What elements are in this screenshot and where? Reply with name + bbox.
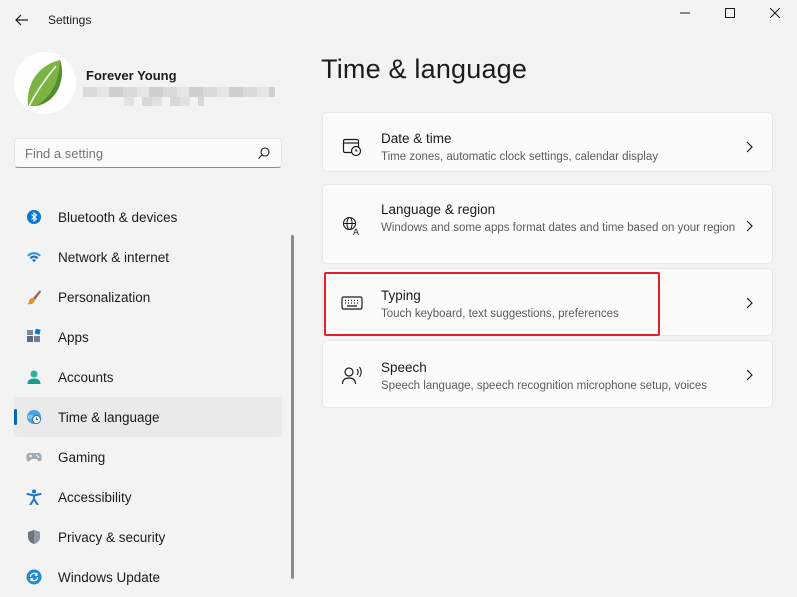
card-typing[interactable]: Typing Touch keyboard, text suggestions,… (322, 268, 773, 336)
person-icon (26, 369, 42, 385)
title-bar: Settings (0, 0, 797, 40)
brush-icon (26, 289, 42, 305)
sidebar-nav: Bluetooth & devices Network & internet P… (14, 197, 282, 597)
window-title: Settings (48, 13, 92, 27)
card-description: Speech language, speech recognition micr… (381, 380, 708, 392)
svg-text:A: A (353, 227, 359, 236)
card-speech[interactable]: Speech Speech language, speech recogniti… (322, 340, 773, 408)
card-title: Date & time (381, 131, 452, 146)
sidebar-item-label: Personalization (58, 289, 151, 305)
apps-icon (26, 329, 42, 345)
card-date-time[interactable]: Date & time Time zones, automatic clock … (322, 112, 773, 172)
bluetooth-icon (26, 209, 42, 225)
sidebar-item-accounts[interactable]: Accounts (14, 357, 282, 397)
user-name: Forever Young (86, 68, 177, 83)
search-input[interactable] (25, 146, 245, 161)
sidebar-item-gaming[interactable]: Gaming (14, 437, 282, 477)
leaf-icon (27, 60, 62, 109)
chevron-right-icon (746, 369, 753, 381)
back-arrow-icon (15, 14, 28, 26)
user-email-redacted-2 (124, 97, 204, 106)
minimize-icon (680, 12, 690, 14)
page-title: Time & language (321, 54, 528, 84)
card-title: Language & region (381, 202, 496, 217)
search-box[interactable] (14, 138, 282, 168)
sidebar-scrollbar[interactable] (291, 235, 294, 579)
close-button[interactable] (752, 0, 797, 26)
sidebar-item-windows-update[interactable]: Windows Update (14, 557, 282, 597)
user-email-redacted (83, 87, 275, 97)
update-icon (26, 569, 42, 585)
card-description: Time zones, automatic clock settings, ca… (381, 151, 658, 163)
maximize-button[interactable] (707, 0, 753, 26)
chevron-right-icon (746, 297, 753, 309)
sidebar-item-personalization[interactable]: Personalization (14, 277, 282, 317)
card-title: Typing (381, 288, 421, 303)
card-title: Speech (381, 360, 427, 375)
search-icon[interactable] (257, 146, 271, 160)
sidebar-item-label: Accessibility (58, 489, 132, 505)
wifi-icon (26, 249, 42, 265)
calendar-clock-icon (341, 136, 363, 158)
avatar (14, 52, 76, 114)
chevron-right-icon (746, 220, 753, 232)
maximize-icon (725, 8, 735, 18)
sidebar-item-accessibility[interactable]: Accessibility (14, 477, 282, 517)
chevron-right-icon (746, 141, 753, 153)
card-description: Windows and some apps format dates and t… (381, 222, 736, 234)
accessibility-icon (26, 489, 42, 505)
gamepad-icon (26, 449, 42, 465)
sidebar-item-time-language[interactable]: Time & language (14, 397, 282, 437)
globe-clock-icon (26, 409, 42, 425)
sidebar-item-label: Bluetooth & devices (58, 209, 178, 225)
speech-icon (341, 364, 363, 386)
sidebar-item-label: Windows Update (58, 569, 161, 585)
sidebar-item-bluetooth[interactable]: Bluetooth & devices (14, 197, 282, 237)
language-icon: A (341, 215, 363, 237)
close-icon (770, 8, 780, 18)
sidebar-item-apps[interactable]: Apps (14, 317, 282, 357)
minimize-button[interactable] (662, 0, 708, 26)
sidebar-item-label: Time & language (58, 409, 160, 425)
sidebar-item-label: Accounts (58, 369, 114, 385)
sidebar-item-label: Privacy & security (58, 529, 166, 545)
shield-icon (26, 529, 42, 545)
sidebar-item-privacy[interactable]: Privacy & security (14, 517, 282, 557)
keyboard-icon (341, 292, 363, 314)
back-button[interactable] (10, 8, 34, 32)
sidebar-item-label: Network & internet (58, 249, 170, 265)
card-description: Touch keyboard, text suggestions, prefer… (381, 308, 619, 320)
sidebar-item-label: Apps (58, 329, 89, 345)
card-language-region[interactable]: A Language & region Windows and some app… (322, 184, 773, 264)
sidebar-item-label: Gaming (58, 449, 106, 465)
user-profile[interactable]: Forever Young (14, 52, 284, 116)
sidebar-item-network[interactable]: Network & internet (14, 237, 282, 277)
